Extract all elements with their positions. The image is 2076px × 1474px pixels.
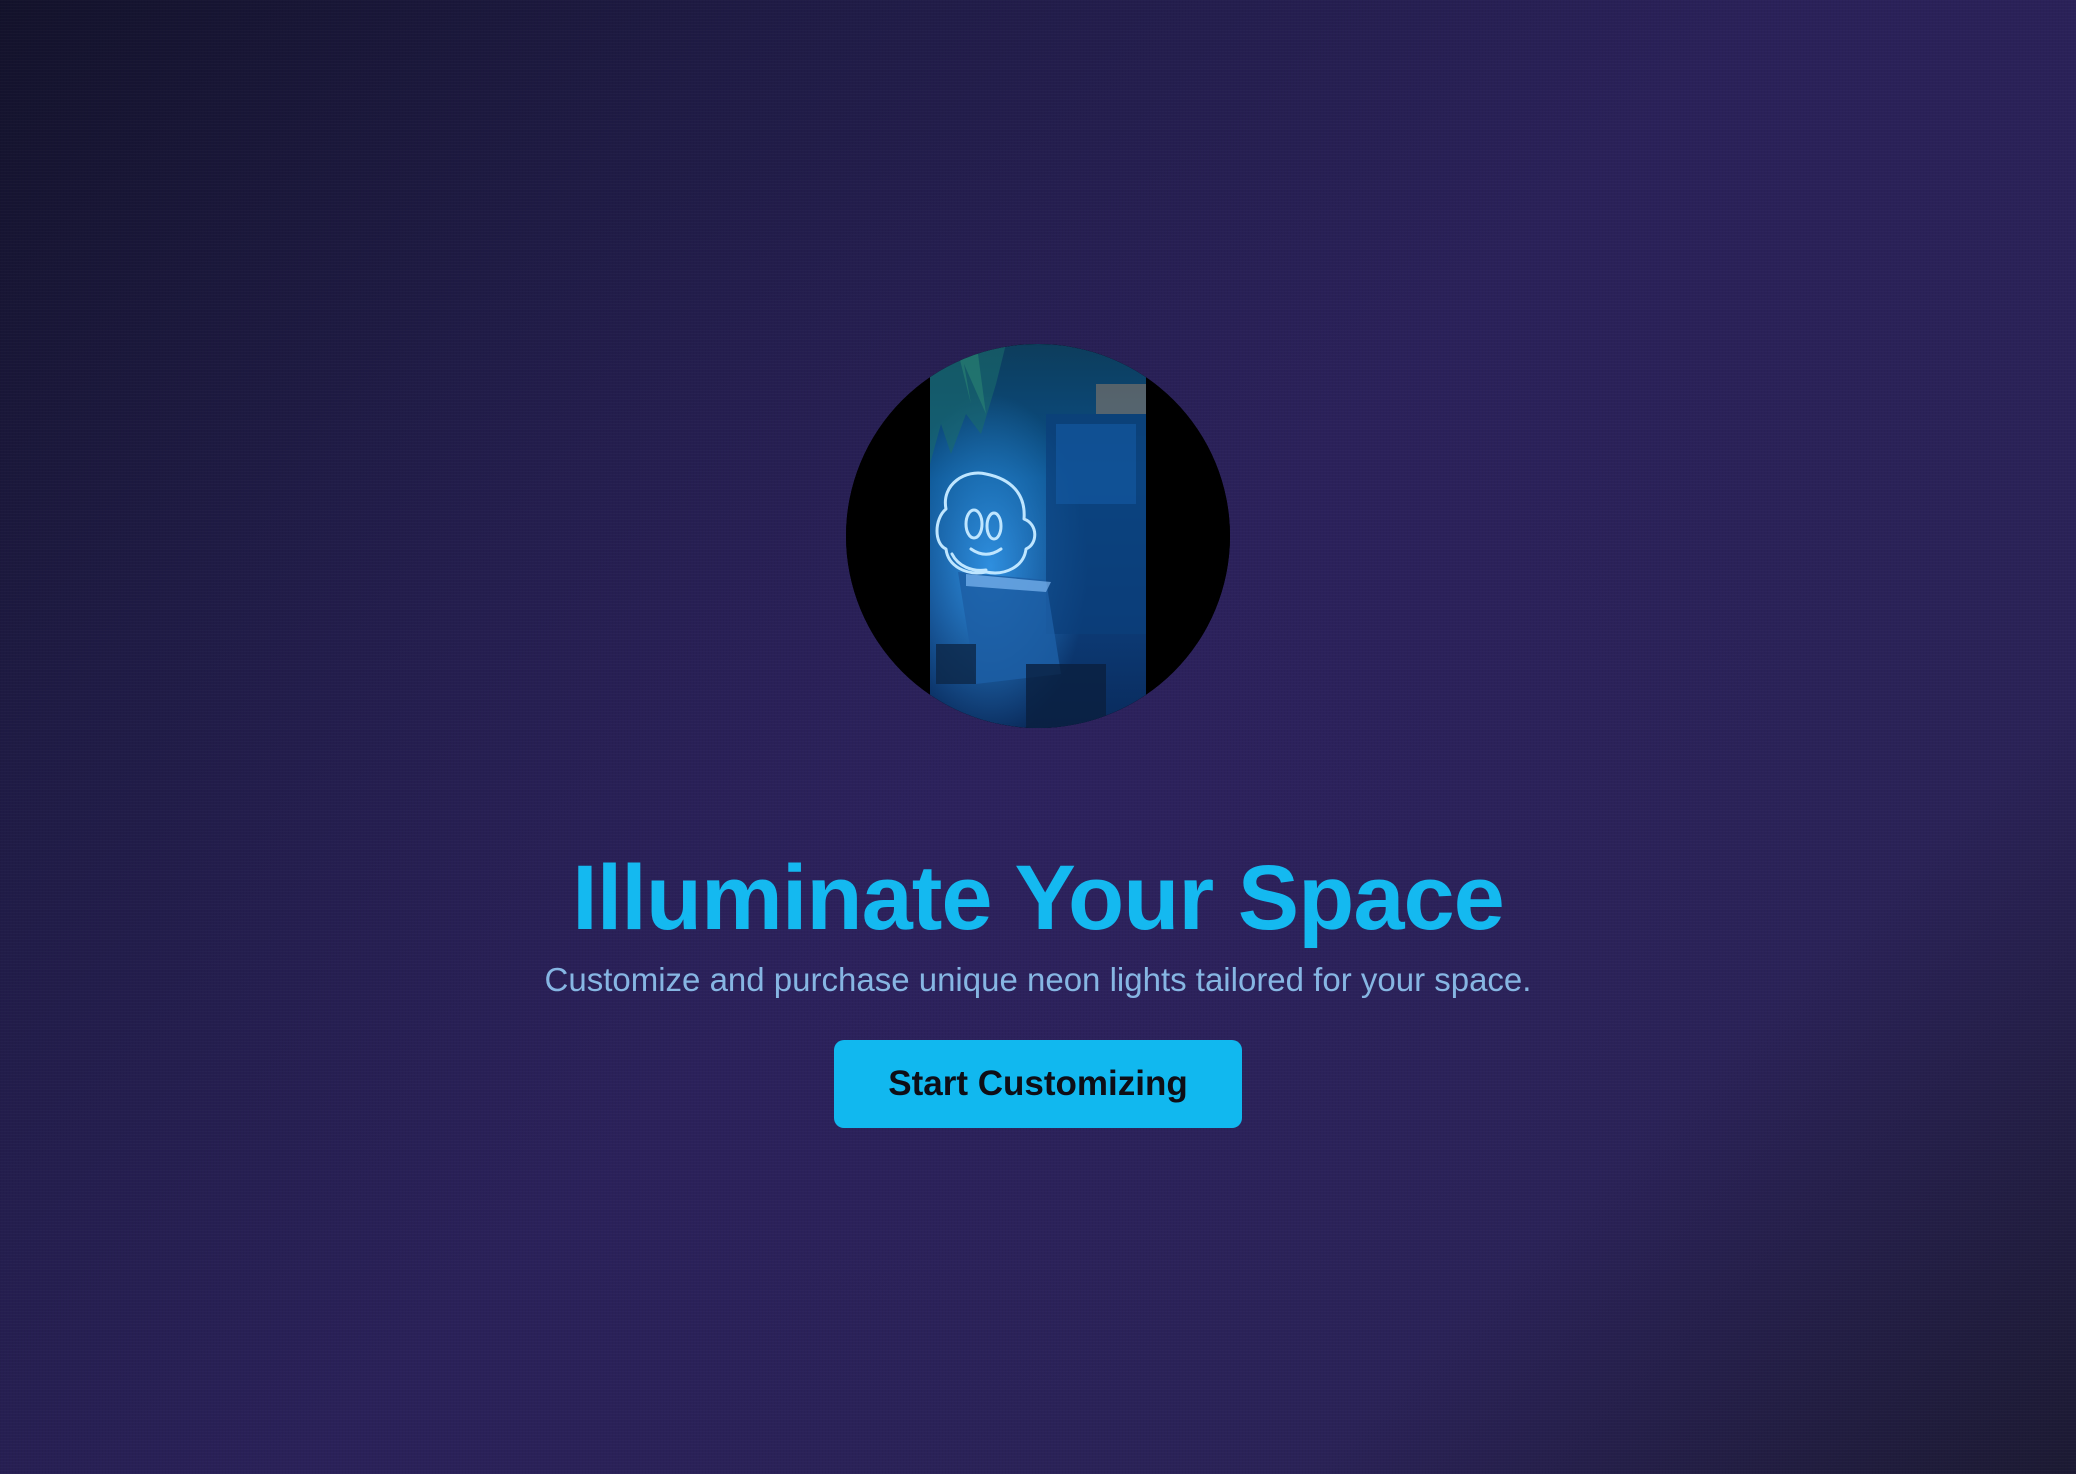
video-content <box>930 344 1146 728</box>
hero-subtitle: Customize and purchase unique neon light… <box>544 961 1532 998</box>
hero-video[interactable] <box>846 344 1230 728</box>
neon-room-video-frame <box>846 344 1230 728</box>
hero-section: Illuminate Your Space Customize and purc… <box>0 0 2076 1474</box>
hero-headline: Illuminate Your Space <box>572 846 1505 949</box>
start-customizing-button[interactable]: Start Customizing <box>834 1040 1242 1128</box>
